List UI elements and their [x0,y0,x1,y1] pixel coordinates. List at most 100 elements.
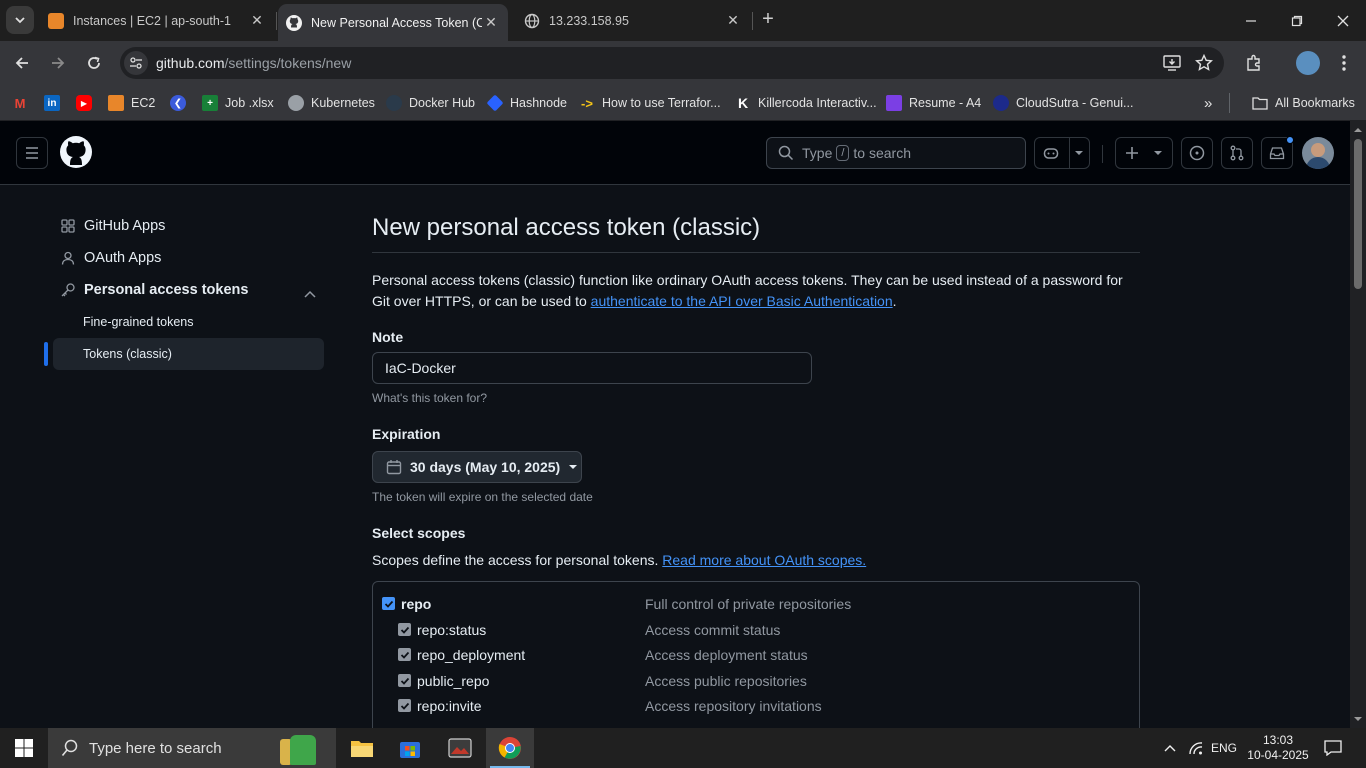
expiration-select[interactable]: 30 days (May 10, 2025) [372,451,582,483]
scope-checkbox[interactable] [398,674,411,687]
scope-name: repo:invite [417,697,482,714]
clock[interactable]: 13:03 10-04-2025 [1244,728,1312,768]
page-scrollbar[interactable] [1350,121,1366,728]
close-icon[interactable]: ✕ [248,12,266,30]
chrome-icon [498,737,521,759]
github-logo-icon[interactable] [60,136,92,168]
menu-icon[interactable] [1333,52,1355,74]
copilot-icon [1043,148,1059,159]
sidebar-item-github-apps[interactable]: GitHub Apps [44,210,324,242]
github-search-input[interactable]: Type / to search [766,137,1026,169]
scope-row-repo: repo Full control of private repositorie… [373,591,1139,616]
tab-ip[interactable]: 13.233.158.95 ✕ [516,0,750,41]
create-new-button[interactable] [1115,137,1173,169]
bookmark-cloudsutra[interactable]: CloudSutra - Genui... [993,92,1133,114]
scope-checkbox[interactable] [398,648,411,661]
youtube-bookmark[interactable]: ▶ [76,92,99,114]
network-button[interactable] [1184,728,1208,768]
tab-separator [276,12,277,30]
youtube-icon: ▶ [76,95,92,111]
bookmark-killercoda[interactable]: K Killercoda Interactiv... [735,92,877,114]
tab-github-token[interactable]: New Personal Access Token (Cla ✕ [278,4,508,41]
bookmark-app-icon: ❮ [170,95,186,111]
all-bookmarks-button[interactable]: All Bookmarks [1252,92,1355,114]
sheets-icon: + [202,95,218,111]
tab-ec2[interactable]: Instances | EC2 | ap-south-1 ✕ [40,0,274,41]
show-hidden-icons-button[interactable] [1158,728,1182,768]
oauth-scopes-link[interactable]: Read more about OAuth scopes. [662,552,866,568]
start-button[interactable] [0,728,48,768]
bookmarks-bar: M in ▶ EC2 ❮ + Job .xlsx Kubernetes Docke… [0,85,1366,121]
tab-search-button[interactable] [6,6,34,34]
bookmark-job-xlsx[interactable]: + Job .xlsx [202,92,274,114]
file-explorer-app[interactable] [338,728,386,768]
restore-button[interactable] [1274,0,1320,41]
forward-button[interactable] [45,50,71,76]
close-icon[interactable]: ✕ [724,12,742,30]
gmail-bookmark[interactable]: M [12,92,35,114]
scope-description: Full control of private repositories [645,595,852,612]
sidebar-item-tokens-classic[interactable]: Tokens (classic) [53,338,324,370]
sidebar-item-fine-grained-tokens[interactable]: Fine-grained tokens [44,306,324,338]
photos-app[interactable] [436,728,484,768]
profile-avatar[interactable] [1296,51,1320,75]
apps-icon [60,218,76,234]
basic-auth-link[interactable]: authenticate to the API over Basic Authe… [591,293,893,309]
close-window-button[interactable] [1320,0,1366,41]
sidebar-item-oauth-apps[interactable]: OAuth Apps [44,242,324,274]
bookmark-docker-hub[interactable]: Docker Hub [386,92,475,114]
new-tab-button[interactable]: + [758,9,778,30]
store-app[interactable] [386,728,434,768]
bookmark-label: Killercoda Interactiv... [758,96,877,110]
reload-button[interactable] [81,50,107,76]
issues-button[interactable] [1181,137,1213,169]
extensions-icon[interactable] [1243,52,1265,74]
sidebar-item-personal-access-tokens[interactable]: Personal access tokens [44,274,324,306]
notification-center-button[interactable] [1318,728,1348,768]
taskbar-search-box[interactable]: Type here to search [48,728,336,768]
sidebar-item-label: OAuth Apps [84,250,162,266]
scope-checkbox[interactable] [398,623,411,636]
restore-icon [1291,15,1303,26]
hamburger-menu-button[interactable] [16,137,48,169]
search-placeholder-suffix: to search [853,145,912,161]
user-avatar[interactable] [1302,137,1334,169]
bookmark-ec2[interactable]: EC2 [108,92,155,114]
chrome-app[interactable] [486,728,534,768]
site-info-icon[interactable] [124,51,148,75]
minimize-icon [1246,19,1256,22]
star-icon[interactable] [1193,52,1215,74]
scopes-text: Scopes define the access for personal to… [372,552,663,568]
language-indicator[interactable]: ENG [1208,728,1240,768]
scrollbar-thumb[interactable] [1354,139,1362,289]
arrow-left-icon [15,57,28,69]
close-icon[interactable]: ✕ [482,14,500,32]
bookmark-terraform[interactable]: -> How to use Terrafor... [579,92,721,114]
linkedin-bookmark[interactable]: in [44,92,67,114]
minimize-button[interactable] [1228,0,1274,41]
copilot-button[interactable] [1034,137,1090,169]
note-input[interactable]: IaC-Docker [372,352,812,384]
back-button[interactable] [9,50,35,76]
bookmark-kubernetes[interactable]: Kubernetes [288,92,375,114]
calendar-icon [386,460,402,475]
scope-checkbox[interactable] [398,699,411,712]
scope-checkbox[interactable] [382,597,395,610]
pull-requests-button[interactable] [1221,137,1253,169]
bookmark-label: How to use Terrafor... [602,96,721,110]
address-bar[interactable]: github.com/settings/tokens/new [120,47,1224,79]
install-app-icon[interactable] [1161,52,1183,74]
chevron-down-icon [1154,151,1162,155]
scroll-down-icon[interactable] [1350,713,1366,725]
scroll-up-icon[interactable] [1350,124,1366,136]
more-bookmarks-button[interactable]: » [1204,92,1212,114]
bookmark-resume[interactable]: Resume - A4 [886,92,981,114]
bookmark-hashnode[interactable]: Hashnode [486,92,567,114]
tab-title: 13.233.158.95 [549,13,629,28]
chevron-up-icon[interactable] [304,286,316,302]
notification-indicator [1286,136,1294,144]
bookmark-label: Job .xlsx [225,96,274,110]
menu-icon [26,147,38,159]
checkmark-icon [400,677,409,685]
chrome-bookmark[interactable]: ❮ [170,92,193,114]
